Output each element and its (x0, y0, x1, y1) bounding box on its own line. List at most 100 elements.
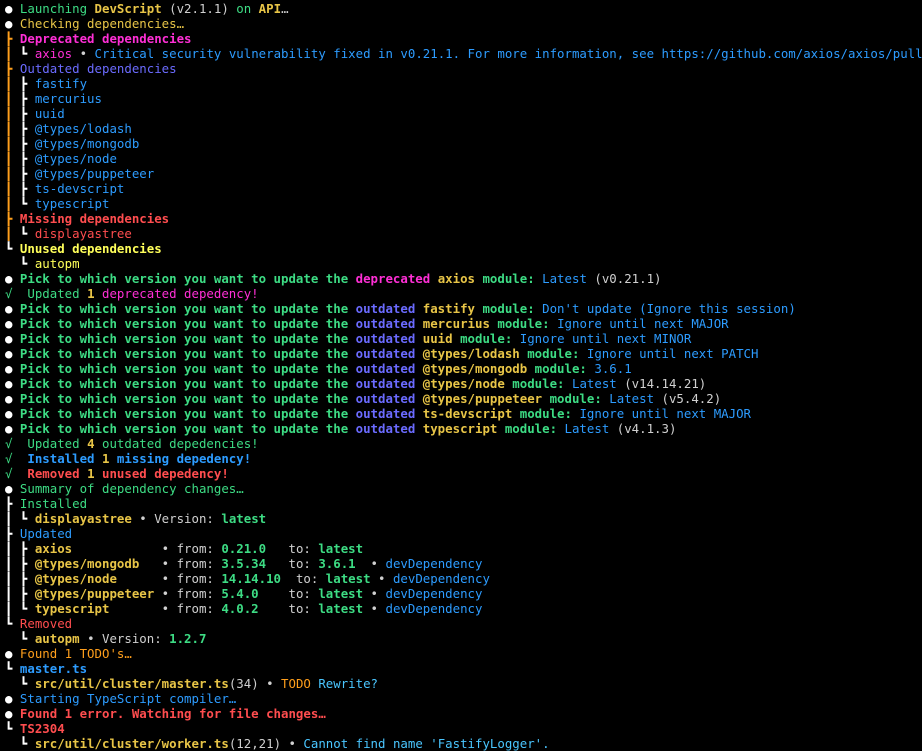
terminal-text: outdated (355, 421, 423, 436)
terminal-text: src/util/cluster/master.ts (34, 676, 229, 691)
terminal-text: module: (482, 271, 543, 286)
terminal-text: • (363, 601, 386, 616)
terminal-text: ● (5, 646, 20, 661)
terminal-text: ┃ (5, 151, 20, 166)
terminal-text: outdated (355, 331, 423, 346)
terminal-text: ┣ (19, 541, 35, 556)
terminal-text: ┣ (19, 121, 35, 136)
terminal-text: Ignore until next MAJOR (557, 316, 729, 331)
terminal-text: to: (273, 601, 319, 616)
terminal-text: ● (5, 301, 20, 316)
terminal-text: ● (5, 271, 20, 286)
terminal-line: ┃ ┗ typescript • from: 4.0.2 to: latest … (5, 601, 922, 616)
terminal-text: ┃ (5, 46, 20, 61)
terminal-text: ┣ (5, 31, 20, 46)
terminal-text: Deprecated dependencies (19, 31, 192, 46)
terminal-text: @types/mongodb (34, 136, 140, 151)
terminal-text: ┃ (5, 196, 20, 211)
terminal-text: √ (5, 451, 20, 466)
terminal-text: (v14.14.21) (616, 376, 707, 391)
terminal-text: on (236, 1, 259, 16)
terminal-text: typescript (34, 196, 110, 211)
terminal-text: Pick to which version you want to update… (19, 391, 356, 406)
terminal-line: ┗ Unused dependencies (5, 241, 922, 256)
terminal-output[interactable]: ● Launching DevScript (v2.1.1) on API… ● … (0, 0, 922, 751)
terminal-line: ┃ ┣ axios • from: 0.21.0 to: latest (5, 541, 922, 556)
terminal-text: typescript (422, 421, 505, 436)
terminal-line: ● Found 1 error. Watching for file chang… (5, 706, 922, 721)
terminal-text: devDependency (385, 556, 483, 571)
terminal-line: √ Installed 1 missing depedency! (5, 451, 922, 466)
terminal-text: Pick to which version you want to update… (19, 376, 356, 391)
terminal-text: Found 1 error. Watching for file changes… (19, 706, 326, 721)
terminal-text: Pick to which version you want to update… (19, 346, 356, 361)
terminal-line: ┣ Missing dependencies (5, 211, 922, 226)
terminal-text: Latest (542, 271, 587, 286)
terminal-text: @types/node (34, 571, 155, 586)
terminal-text: axios (437, 271, 483, 286)
terminal-text: Ignore until next PATCH (586, 346, 759, 361)
terminal-text: ┃ (5, 556, 20, 571)
terminal-line: ┃ ┗ axios • Critical security vulnerabil… (5, 46, 922, 61)
terminal-line: ┃ ┣ fastify (5, 76, 922, 91)
terminal-text: ● (5, 691, 20, 706)
terminal-text: • from: (154, 571, 222, 586)
terminal-text: module: (460, 331, 520, 346)
terminal-text: Updated (19, 286, 88, 301)
terminal-text: ┃ (5, 226, 20, 241)
terminal-text: @types/lodash (422, 346, 528, 361)
terminal-line: ┗ Removed (5, 616, 922, 631)
terminal-line: ┃ ┗ displayastree (5, 226, 922, 241)
terminal-text: displayastree (34, 226, 132, 241)
terminal-text: unused depedency! (94, 466, 229, 481)
terminal-text: ┣ (19, 586, 35, 601)
terminal-line: ┃ ┣ @types/node (5, 151, 922, 166)
terminal-text: module: (527, 346, 587, 361)
terminal-text: ● (5, 331, 20, 346)
terminal-text: to: (281, 571, 326, 586)
terminal-text: ┗ (5, 631, 35, 646)
terminal-line: ┃ ┣ @types/lodash (5, 121, 922, 136)
terminal-text: √ (5, 436, 20, 451)
terminal-text: latest (221, 511, 267, 526)
terminal-line: √ Updated 4 outdated depedencies! (5, 436, 922, 451)
terminal-text: devDependency (385, 601, 483, 616)
terminal-text: outdated depedencies! (94, 436, 259, 451)
terminal-text: ● (5, 481, 20, 496)
terminal-text: Installed (19, 496, 88, 511)
terminal-line: ● Pick to which version you want to upda… (5, 406, 922, 421)
terminal-text: ┃ (5, 601, 20, 616)
terminal-text: 1.2.7 (169, 631, 207, 646)
terminal-text: ┗ (5, 616, 20, 631)
terminal-text: Latest (609, 391, 655, 406)
terminal-text: module: (482, 301, 543, 316)
terminal-text: outdated (355, 376, 423, 391)
terminal-text: Installed (19, 451, 102, 466)
terminal-text: √ (5, 286, 20, 301)
terminal-text: ● (5, 16, 20, 31)
terminal-line: √ Removed 1 unused depedency! (5, 466, 922, 481)
terminal-text: fastify (422, 301, 483, 316)
terminal-text: module: (504, 421, 565, 436)
terminal-text: missing depedency! (109, 451, 252, 466)
terminal-line: ● Pick to which version you want to upda… (5, 301, 922, 316)
terminal-text: ┗ (19, 601, 35, 616)
terminal-text: module: (512, 376, 572, 391)
terminal-text: mercurius (34, 91, 102, 106)
terminal-line: ┣ Outdated dependencies (5, 61, 922, 76)
terminal-line: ┗ master.ts (5, 661, 922, 676)
terminal-text: master.ts (19, 661, 88, 676)
terminal-text: ts-devscript (34, 181, 125, 196)
terminal-text: @types/node (422, 376, 513, 391)
terminal-text: outdated (355, 391, 423, 406)
terminal-text: 1 (87, 466, 95, 481)
terminal-text: latest (318, 586, 364, 601)
terminal-text: displayastree (34, 511, 132, 526)
terminal-line: ┃ ┗ displayastree • Version: latest (5, 511, 922, 526)
terminal-text: deprecated depedency! (94, 286, 259, 301)
terminal-text: • (72, 46, 95, 61)
terminal-text: latest (325, 571, 371, 586)
terminal-text: ┣ (5, 496, 20, 511)
terminal-text: TODO (281, 676, 319, 691)
terminal-text: Updated (19, 526, 73, 541)
